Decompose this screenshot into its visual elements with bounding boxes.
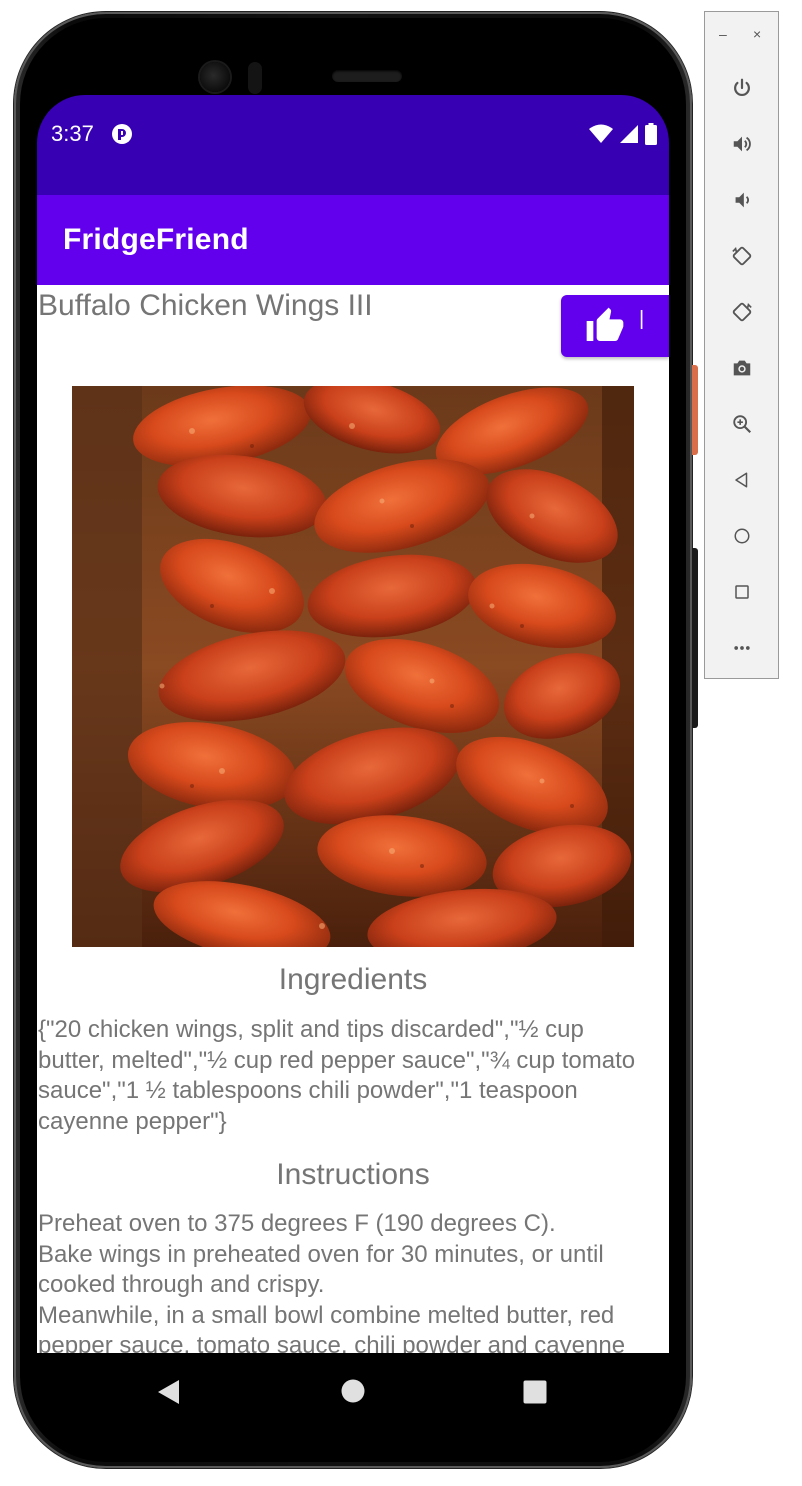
recipe-detail[interactable]: Buffalo Chicken Wings III | Ingredients … [37, 285, 669, 1353]
overview-icon[interactable] [727, 577, 757, 607]
buffalo-wings-photo [72, 386, 634, 947]
ingredients-heading: Ingredients [278, 963, 428, 996]
status-time: 3:37 [51, 121, 94, 146]
more-icon[interactable] [727, 633, 757, 663]
phone-screen: 3:37 FridgeFriend Buffalo Chicken Wings … [37, 95, 669, 1431]
ingredients-line: {"20 chicken wings, split and tips disca… [38, 1016, 584, 1043]
instructions-line: pepper sauce, tomato sauce, chili powder… [38, 1332, 626, 1353]
instructions-heading: Instructions [276, 1158, 430, 1191]
volume-side-button[interactable] [692, 548, 698, 728]
battery-icon [645, 123, 657, 150]
navigation-bar [37, 1353, 669, 1431]
signal-icon [619, 124, 639, 149]
home-circle-icon[interactable] [341, 1379, 365, 1408]
zoom-icon[interactable] [727, 409, 757, 439]
back-triangle-icon[interactable] [157, 1379, 181, 1410]
app-title: FridgeFriend [63, 223, 249, 256]
recipe-title: Buffalo Chicken Wings III [38, 289, 373, 322]
ingredients-line: sauce","1 ½ tablespoons chili powder","1… [38, 1077, 578, 1104]
camera-icon[interactable] [727, 353, 757, 383]
home-icon[interactable] [727, 521, 757, 551]
wifi-icon [589, 124, 613, 149]
minimize-button[interactable]: – [719, 26, 727, 42]
ingredients-line: cayenne pepper"} [38, 1107, 227, 1135]
rotate-right-icon[interactable] [727, 297, 757, 327]
like-count: | [639, 308, 645, 330]
status-icons [589, 123, 657, 150]
instructions-line: cooked through and crispy. [38, 1271, 325, 1298]
status-bar: 3:37 [37, 95, 669, 195]
front-camera-icon [200, 62, 230, 92]
volume-up-icon[interactable] [727, 129, 757, 159]
instructions-text: Preheat oven to 375 degrees F (190 degre… [38, 1209, 666, 1353]
emulator-window: 3:37 FridgeFriend Buffalo Chicken Wings … [0, 0, 802, 1486]
emulator-toolbar: – × [704, 11, 779, 679]
back-icon[interactable] [727, 465, 757, 495]
emulator-window-controls: – × [705, 26, 780, 46]
volume-down-icon[interactable] [727, 185, 757, 215]
instructions-line: Preheat oven to 375 degrees F (190 degre… [38, 1210, 556, 1237]
thumbs-up-icon [585, 306, 625, 346]
like-button[interactable]: | [561, 295, 669, 357]
instructions-line: Meanwhile, in a small bowl combine melte… [38, 1301, 615, 1329]
ingredients-text: {"20 chicken wings, split and tips disca… [38, 1015, 666, 1137]
rotate-left-icon[interactable] [727, 241, 757, 271]
earpiece-speaker-icon [332, 70, 402, 82]
power-side-button[interactable] [692, 365, 698, 455]
recents-square-icon[interactable] [523, 1380, 547, 1409]
instructions-line: Bake wings in preheated oven for 30 minu… [38, 1240, 604, 1268]
proximity-sensor-icon [248, 62, 262, 94]
ingredients-line: butter, melted","½ cup red pepper sauce"… [38, 1046, 636, 1074]
power-icon[interactable] [727, 73, 757, 103]
app-notification-icon [111, 123, 133, 145]
close-button[interactable]: × [753, 26, 761, 42]
app-bar: FridgeFriend [37, 195, 669, 285]
